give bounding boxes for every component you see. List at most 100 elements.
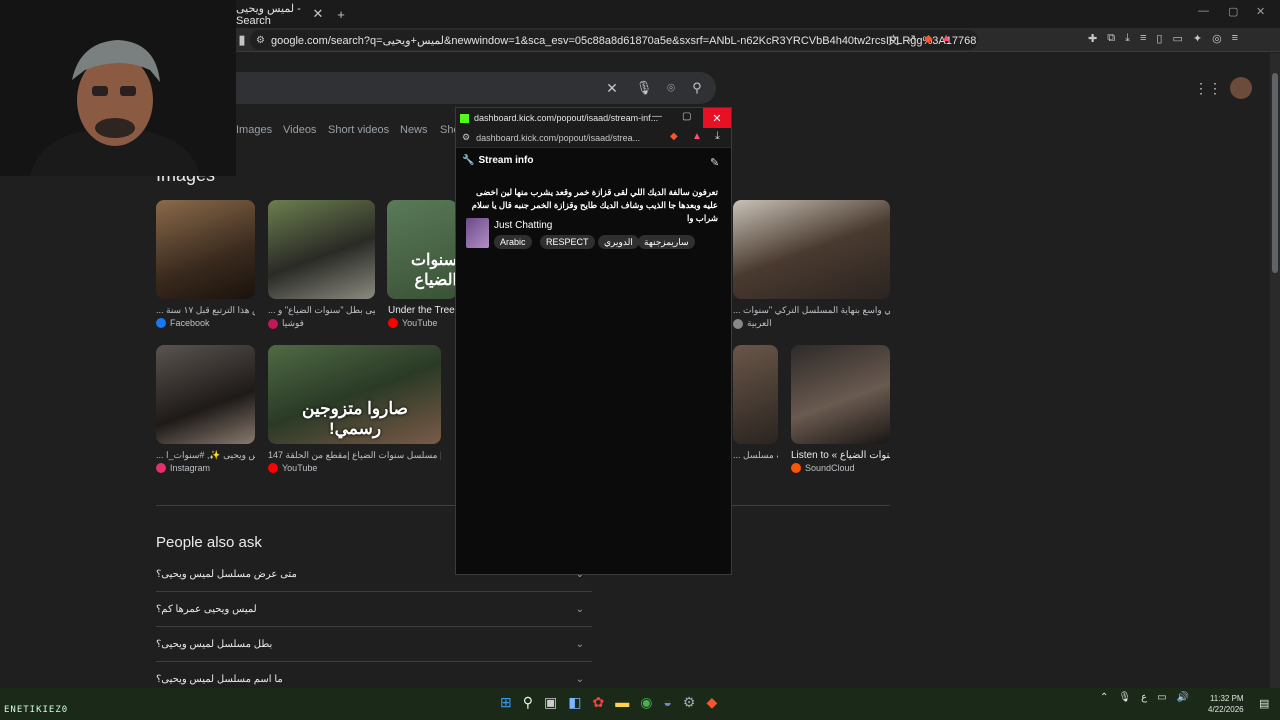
maximize-icon[interactable]: ▢	[1228, 5, 1238, 18]
result-source[interactable]: YouTube	[388, 318, 437, 328]
tab-close-icon[interactable]: ✕	[308, 4, 328, 24]
image-result[interactable]	[268, 200, 375, 299]
popout-address-bar[interactable]: ⚙ dashboard.kick.com/popout/isaad/strea.…	[456, 128, 731, 148]
search-icon[interactable]: ⚲	[687, 78, 707, 98]
menu-icon[interactable]: ≡	[1232, 32, 1238, 45]
system-tray: ⌃ 🎙 ع ▭ 🔊	[1100, 692, 1189, 703]
vpn-icon[interactable]: ◎	[1212, 32, 1222, 45]
thumb-overlay-text: صاروا متزوجين رسمي!	[302, 399, 408, 438]
minimize-icon[interactable]: —	[1198, 5, 1209, 17]
chrome-icon[interactable]: ◉	[640, 694, 652, 711]
share-icon[interactable]: ↗	[907, 32, 916, 48]
youtube-icon	[268, 463, 278, 473]
result-caption[interactable]: Under the Trees	[388, 305, 460, 316]
brave-icon[interactable]: ◆	[706, 694, 717, 711]
discord-icon[interactable]: ◒	[663, 694, 671, 711]
app-icon[interactable]: ✿	[592, 694, 604, 711]
question-row[interactable]: لميس ويحيى عمرها كم؟ ⌄	[156, 592, 592, 627]
image-result[interactable]	[156, 200, 255, 299]
tag-chip[interactable]: ساريمزجنهة	[638, 235, 695, 249]
notification-icon[interactable]: ▤	[1259, 697, 1269, 710]
result-caption[interactable]: ... نص هذا الترتيع قبل ١٧ سنة	[156, 305, 255, 316]
result-caption[interactable]: 147 مسلسل سنوات الضياع |مقطع من الحلقة |…	[268, 450, 441, 461]
address-bar[interactable]: ⚙ google.com/search?q=لميس+ويحيى&newwind…	[250, 30, 978, 50]
tab-videos[interactable]: Videos	[283, 124, 316, 136]
leo-icon[interactable]: ✦	[1193, 32, 1202, 45]
brave-rewards-icon[interactable]: ▲	[692, 131, 702, 142]
avatar[interactable]	[1230, 77, 1252, 99]
result-caption[interactable]: Listen to « سنوات الضياع ...	[791, 450, 890, 461]
tag-chip[interactable]: RESPECT	[540, 235, 595, 249]
apps-grid-icon[interactable]: ⋮⋮	[1194, 78, 1222, 98]
translate-icon[interactable]: 文	[888, 32, 899, 48]
result-source[interactable]: Instagram	[156, 463, 210, 473]
tab-short-videos[interactable]: Short videos	[328, 124, 389, 136]
stream-info-popout: dashboard.kick.com/popout/isaad/stream-i…	[455, 107, 732, 575]
image-result[interactable]: سنوات الضياع	[387, 200, 457, 299]
extensions-icon[interactable]: ✚	[1088, 32, 1097, 45]
clock[interactable]: 11:32 PM 4/22/2026	[1208, 693, 1244, 715]
popout-maximize-icon[interactable]: ▢	[682, 111, 691, 122]
result-caption[interactable]: ... لخدمة مسلسل	[733, 450, 778, 461]
category-name[interactable]: Just Chatting	[494, 220, 552, 231]
question-row[interactable]: بطل مسلسل لميس ويحيى؟ ⌄	[156, 627, 592, 662]
search-icon[interactable]: ⚲	[523, 694, 533, 711]
lens-icon[interactable]: ⌾	[661, 78, 681, 98]
store-icon[interactable]: ◧	[568, 694, 581, 711]
image-result[interactable]	[733, 345, 778, 444]
close-icon: ✕	[712, 112, 722, 125]
popout-close-button[interactable]: ✕	[703, 108, 731, 128]
brave-rewards-icon[interactable]: ▲	[941, 32, 952, 48]
brave-shield-icon[interactable]: ◆	[670, 131, 678, 142]
result-source[interactable]: فوشيا	[268, 318, 304, 329]
language-indicator[interactable]: ع	[1141, 692, 1147, 703]
tab-news[interactable]: News	[400, 124, 428, 136]
folder-icon[interactable]: ▬	[615, 694, 629, 711]
close-window-icon[interactable]: ✕	[1256, 5, 1265, 18]
result-source[interactable]: العربية	[733, 318, 772, 329]
fushia-icon	[268, 318, 278, 329]
sidebar-icon[interactable]: ▯	[1156, 32, 1162, 45]
network-icon[interactable]: ▭	[1157, 692, 1166, 703]
result-source[interactable]: Facebook	[156, 318, 210, 328]
result-caption[interactable]: ... يحيى بطل "سنوات الضياع" و	[268, 305, 375, 316]
image-result[interactable]	[733, 200, 890, 299]
new-tab-button[interactable]: +	[331, 4, 351, 24]
clock-time: 11:32 PM	[1209, 694, 1244, 703]
steam-icon[interactable]: ⚙	[683, 694, 696, 711]
site-info-icon[interactable]: ⚙	[256, 33, 265, 47]
start-icon[interactable]: ⊞	[500, 694, 512, 711]
result-source[interactable]: YouTube	[268, 463, 317, 473]
task-view-icon[interactable]: ▣	[544, 694, 557, 711]
edit-icon[interactable]: ✎	[710, 156, 719, 169]
chevron-up-icon[interactable]: ⌃	[1100, 692, 1108, 703]
mic-icon[interactable]: 🎙	[634, 78, 654, 98]
download-icon[interactable]: ⤓	[715, 130, 720, 143]
tag-chip[interactable]: Arabic	[494, 235, 532, 249]
category-thumbnail	[466, 218, 489, 248]
clock-date: 4/22/2026	[1208, 705, 1244, 714]
wallet-icon[interactable]: ▭	[1172, 32, 1182, 45]
popout-minimize-icon[interactable]: —	[652, 111, 662, 122]
page-scrollbar[interactable]	[1270, 53, 1280, 688]
brave-shield-icon[interactable]: ◆	[924, 32, 932, 48]
image-result[interactable]	[156, 345, 255, 444]
result-caption[interactable]: ... لميس ويحيى ✨, #سنوات_ا	[156, 450, 255, 461]
downloads-icon[interactable]: ⤓	[1125, 32, 1130, 45]
volume-icon[interactable]: 🔊	[1177, 692, 1189, 703]
image-result[interactable]: صاروا متزوجين رسمي!	[268, 345, 441, 444]
result-source[interactable]: SoundCloud	[791, 463, 855, 473]
chevron-down-icon: ⌄	[575, 674, 584, 685]
clear-search-icon[interactable]: ✕	[602, 78, 622, 98]
tag-chip[interactable]: الدويري	[598, 235, 639, 249]
result-caption[interactable]: ... صام عربي واسع بنهاية المسلسل التركي …	[733, 305, 890, 316]
watermark: ENETIKIEZ0	[4, 705, 69, 715]
tab-images[interactable]: Images	[236, 124, 272, 136]
kick-icon	[460, 113, 469, 123]
mic-icon[interactable]: 🎙	[1118, 692, 1131, 703]
image-result[interactable]	[791, 345, 890, 444]
screenshot-icon[interactable]: ⧉	[1107, 32, 1115, 45]
scrollbar-thumb[interactable]	[1272, 73, 1278, 273]
wrench-icon: 🔧	[462, 155, 475, 166]
reading-list-icon[interactable]: ≡	[1140, 32, 1146, 45]
